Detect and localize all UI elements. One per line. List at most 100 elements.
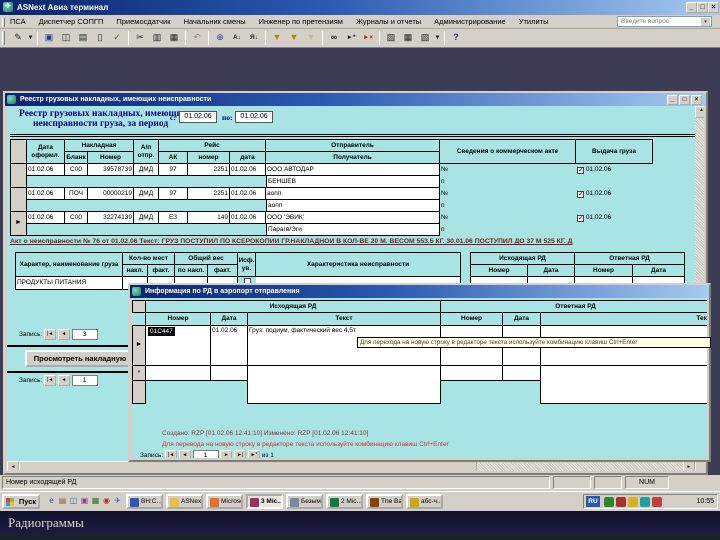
quicklaunch-explorer-icon[interactable]: ▦: [90, 495, 101, 507]
view-dropdown-icon[interactable]: ▾: [27, 30, 34, 46]
reestr-restore-button[interactable]: □: [679, 95, 690, 105]
new-cell-response-text[interactable]: [540, 365, 707, 404]
minimize-button[interactable]: _: [686, 2, 697, 13]
cell-rd-number[interactable]: 01С447: [145, 325, 211, 366]
new-object-icon[interactable]: ▧: [417, 30, 433, 46]
horizontal-scrollbar-track[interactable]: [477, 461, 683, 471]
insert-hyperlink-icon[interactable]: ⊕: [212, 30, 228, 46]
record-number-field[interactable]: 1: [192, 450, 219, 458]
apply-filter-icon[interactable]: ▼: [303, 30, 319, 46]
new-cell-rd-number[interactable]: [145, 365, 211, 381]
menu-utilities[interactable]: Утилиты: [519, 17, 549, 26]
database-window-icon[interactable]: ▦: [400, 30, 416, 46]
taskbar-window-4-active[interactable]: 3 Mic...: [246, 494, 283, 509]
icq-tray-icon[interactable]: [640, 497, 650, 507]
quicklaunch-ie-icon[interactable]: e: [46, 495, 57, 507]
taskbar-window-8[interactable]: абс-ч...: [406, 494, 443, 509]
menu-dispatcher[interactable]: Диспетчер СОПГП: [39, 17, 104, 26]
period-from-field[interactable]: 01.02.06: [179, 111, 217, 123]
prev-record-button[interactable]: ◄: [57, 329, 70, 340]
filter-by-form-icon[interactable]: ▼: [286, 30, 302, 46]
new-cell-response-date[interactable]: [502, 365, 541, 381]
issued-checkbox[interactable]: ✓: [577, 191, 584, 198]
sort-ascending-icon[interactable]: А↓: [229, 30, 245, 46]
rd-window-titlebar[interactable]: Информация по РД в аэропорт отправления: [130, 285, 709, 298]
filter-by-selection-icon[interactable]: ▼: [269, 30, 285, 46]
cell-rd-date[interactable]: 01.02.06: [210, 325, 248, 366]
reestr-minimize-button[interactable]: _: [667, 95, 678, 105]
quicklaunch-media-icon[interactable]: ▣: [79, 495, 90, 507]
record-number-field[interactable]: 3: [71, 329, 98, 340]
new-cell-rd-text[interactable]: [247, 365, 441, 404]
reestr-close-button[interactable]: ×: [691, 95, 702, 105]
find-icon[interactable]: ∞: [326, 30, 342, 46]
quicklaunch-player-icon[interactable]: ◉: [101, 495, 112, 507]
prev-record-button[interactable]: ◄: [57, 375, 70, 386]
delete-record-icon[interactable]: ►×: [360, 30, 376, 46]
new-cell-rd-date[interactable]: [210, 365, 248, 381]
menu-receiver[interactable]: Приемосдатчик: [116, 17, 170, 26]
quicklaunch-msn-icon[interactable]: ✈: [112, 495, 123, 507]
volume-tray-icon[interactable]: [652, 497, 662, 507]
new-record-button[interactable]: ►*: [248, 450, 261, 458]
taskbar-window-2[interactable]: ASNex...: [166, 494, 203, 509]
menu-administration[interactable]: Администрирование: [434, 17, 506, 26]
reestr-window-titlebar[interactable]: Реестр грузовых накладных, имеющих неисп…: [5, 93, 706, 106]
toolbar-grip[interactable]: [2, 31, 5, 45]
menu-claims-engineer[interactable]: Инженер по претензиям: [259, 17, 343, 26]
network-tray-icon[interactable]: [616, 497, 626, 507]
period-to-field[interactable]: 01.02.06: [235, 111, 273, 123]
scroll-left-icon[interactable]: ◄: [7, 461, 19, 471]
cut-icon[interactable]: ✂: [132, 30, 148, 46]
undo-icon[interactable]: ↶: [189, 30, 205, 46]
language-indicator[interactable]: RU: [586, 496, 600, 507]
next-record-button[interactable]: ►: [220, 450, 233, 458]
quicklaunch-desktop-icon[interactable]: ◫: [68, 495, 79, 507]
issued-checkbox[interactable]: ✓: [577, 215, 584, 222]
first-record-button[interactable]: |◄: [164, 450, 177, 458]
close-button[interactable]: ×: [708, 2, 719, 13]
restore-button[interactable]: □: [697, 2, 708, 13]
help-icon[interactable]: ?: [448, 30, 464, 46]
help-search-input[interactable]: Введите вопрос ▾: [617, 16, 712, 27]
menu-shift-chief[interactable]: Начальник смены: [184, 17, 246, 26]
file-search-icon[interactable]: ◫: [58, 30, 74, 46]
start-button[interactable]: Пуск: [2, 494, 40, 509]
menubar-grip[interactable]: [2, 18, 5, 27]
issued-checkbox[interactable]: ✓: [577, 167, 584, 174]
current-row-selector[interactable]: ►: [11, 212, 27, 236]
chevron-down-icon[interactable]: ▾: [701, 18, 710, 26]
properties-icon[interactable]: ▨: [383, 30, 399, 46]
print-preview-icon[interactable]: ▯: [92, 30, 108, 46]
new-object-dropdown-icon[interactable]: ▾: [434, 30, 441, 46]
taskbar-window-3[interactable]: Microso...: [206, 494, 243, 509]
messenger-tray-icon[interactable]: [628, 497, 638, 507]
spelling-icon[interactable]: ✓: [109, 30, 125, 46]
form-view-icon[interactable]: ✎: [10, 30, 26, 46]
paste-icon[interactable]: ▦: [166, 30, 182, 46]
print-icon[interactable]: ▤: [75, 30, 91, 46]
current-row-selector[interactable]: ►: [132, 325, 146, 366]
row-selector[interactable]: [11, 188, 27, 212]
new-cell-response-number[interactable]: [440, 365, 503, 381]
quicklaunch-outlook-icon[interactable]: ▤: [57, 495, 68, 507]
horizontal-scrollbar-thumb[interactable]: [19, 461, 477, 471]
new-record-icon[interactable]: ►*: [343, 30, 359, 46]
new-row-selector[interactable]: *: [132, 365, 146, 381]
taskbar-window-1[interactable]: ВН:С...: [126, 494, 163, 509]
taskbar-window-5[interactable]: Безым...: [286, 494, 323, 509]
first-record-button[interactable]: |◄: [43, 329, 56, 340]
scroll-up-icon[interactable]: ▲: [695, 106, 704, 118]
view-invoice-button[interactable]: Просмотреть накладную: [25, 350, 135, 367]
copy-icon[interactable]: ▥: [149, 30, 165, 46]
taskbar-window-7[interactable]: The Bat!: [366, 494, 403, 509]
menu-psa[interactable]: ПСА: [10, 17, 26, 26]
prev-record-button[interactable]: ◄: [178, 450, 191, 458]
sort-descending-icon[interactable]: Я↓: [246, 30, 262, 46]
scroll-right-icon[interactable]: ►: [683, 461, 695, 471]
row-selector[interactable]: [11, 164, 27, 188]
taskbar-window-6[interactable]: 2 Mic... ▾: [326, 494, 363, 509]
save-icon[interactable]: ▣: [41, 30, 57, 46]
first-record-button[interactable]: |◄: [43, 375, 56, 386]
record-number-field[interactable]: 1: [71, 375, 98, 386]
